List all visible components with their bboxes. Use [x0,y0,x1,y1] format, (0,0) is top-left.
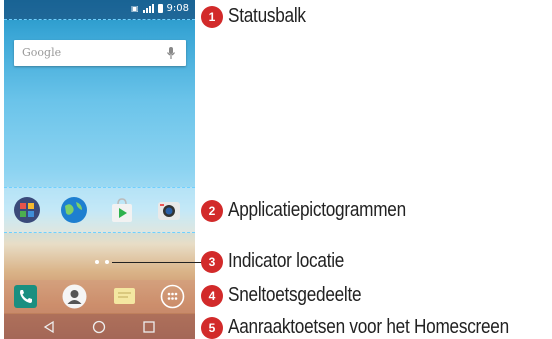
page-indicator[interactable] [90,259,114,265]
callout-number-4: 4 [201,285,223,307]
navigation-bar [4,314,195,339]
callout-leader-3 [112,262,202,263]
status-time: 9:08 [166,3,189,14]
app-folder-icon[interactable] [13,196,41,224]
phone-screen: ▣ 9:08 Google [4,0,195,339]
callout-label-app-icons: Applicatiepictogrammen [228,199,406,221]
back-icon[interactable] [42,320,56,334]
callout-label-quick-keys: Sneltoetsgedeelte [228,284,362,306]
battery-icon [157,4,163,13]
messaging-icon[interactable] [112,284,137,309]
google-search-bar[interactable]: Google [14,40,186,66]
callout-label-location-indicator: Indicator locatie [228,250,345,272]
page-dot [95,260,99,264]
callout-number-2: 2 [201,200,223,222]
browser-globe-icon[interactable] [60,196,88,224]
callout-label-touch-keys: Aanraaktoetsen voor het Homescreen [228,316,509,338]
status-bar: ▣ 9:08 [4,0,195,20]
camera-icon[interactable] [155,196,183,224]
callout-number-5: 5 [201,317,223,339]
play-store-icon[interactable] [108,196,136,224]
callout-number-3: 3 [201,251,223,273]
quick-keys-bar [4,280,195,313]
search-placeholder: Google [22,46,62,59]
callout-number-1: 1 [201,6,223,28]
recent-apps-icon[interactable] [142,320,156,334]
signal-icon [142,4,154,13]
sim-icon: ▣ [130,4,139,13]
app-icons-row [4,187,195,233]
page-dot [105,260,109,264]
apps-grid-icon[interactable] [160,284,185,309]
microphone-icon[interactable] [164,46,178,60]
phone-icon[interactable] [13,284,38,309]
callout-label-statusbar: Statusbalk [228,5,306,27]
status-icons: ▣ 9:08 [131,3,189,14]
contacts-icon[interactable] [62,284,87,309]
home-icon[interactable] [92,320,106,334]
